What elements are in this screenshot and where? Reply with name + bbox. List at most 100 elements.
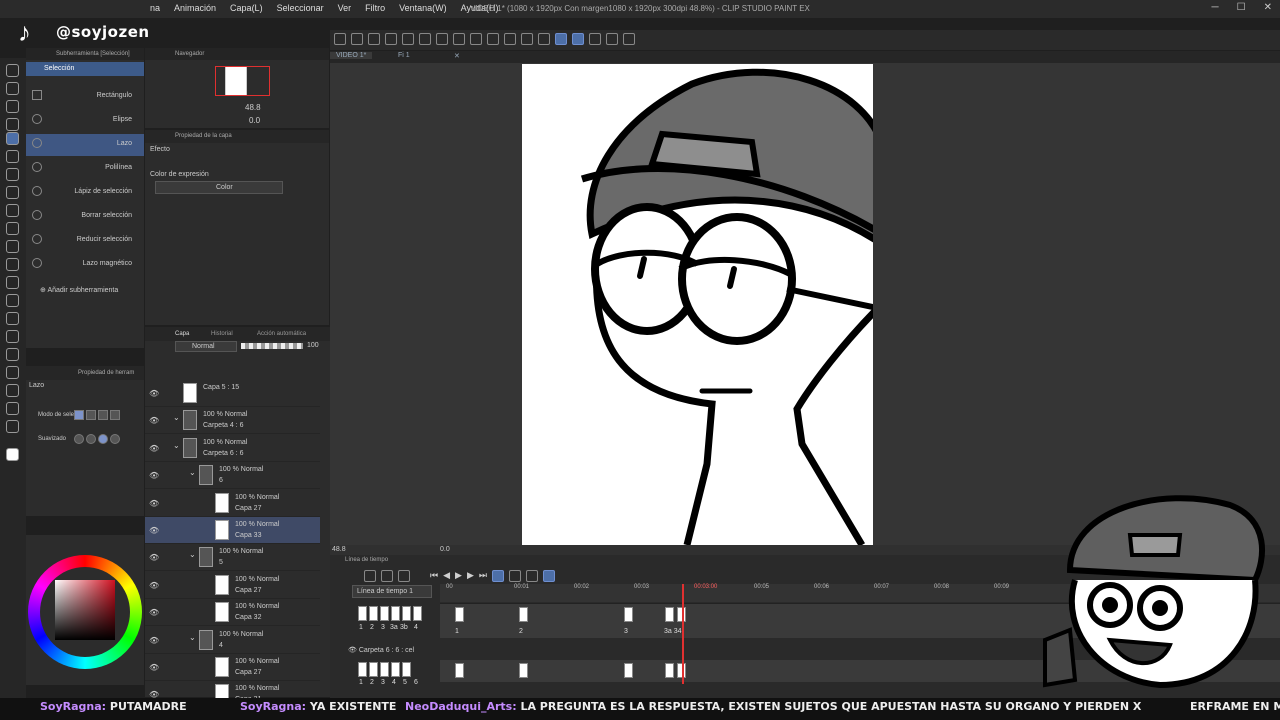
status-zoom[interactable]: 48.8 [332,546,346,553]
cel-thumb[interactable] [380,606,389,621]
tab-close-icon[interactable]: ✕ [448,52,466,60]
cel-frame[interactable] [624,663,633,678]
color-expression-select[interactable]: Color [155,181,283,194]
airbrush-icon[interactable] [6,240,19,253]
play-icon[interactable]: ▶ [455,570,462,582]
text-tool-icon[interactable] [6,384,19,397]
object-tool-icon[interactable] [6,100,19,113]
aa-none-button[interactable] [74,434,84,444]
cel-thumb[interactable] [369,662,378,677]
subtool-borrar-seleccion[interactable]: Borrar selección [26,206,144,228]
blend-mode-select[interactable]: Normal [175,341,237,352]
snap-special-icon[interactable] [572,33,584,45]
lasso-tool-icon[interactable] [6,132,19,145]
eye-icon[interactable]: 👁 [348,647,357,654]
cel-frame[interactable] [455,663,464,678]
menu-item[interactable]: Filtro [365,3,385,13]
tab-fi-1[interactable]: Fi 1 [392,52,416,59]
rotate-tool-icon[interactable] [6,82,19,95]
menu-item[interactable]: Seleccionar [277,3,324,13]
cel-thumb[interactable] [413,606,422,621]
timeline-select[interactable]: Línea de tiempo 1 [352,585,432,598]
subtool-lapiz-seleccion[interactable]: Lápiz de selección [26,182,144,204]
loop-icon[interactable] [491,570,504,582]
fill-icon[interactable] [504,33,516,45]
eye-icon[interactable]: 👁 [149,416,159,425]
folder-toggle-icon[interactable]: ⌄ [189,633,196,642]
menu-item[interactable]: Animación [174,3,216,13]
subtool-reducir-seleccion[interactable]: Reducir selección [26,230,144,252]
subtool-rectangulo[interactable]: Rectángulo [26,86,144,108]
deselect-icon[interactable] [538,33,550,45]
eye-icon[interactable]: 👁 [149,444,159,453]
tab-capa[interactable]: Capa [175,331,189,337]
opacity-value[interactable]: 100 [307,342,319,349]
eye-icon[interactable]: 👁 [149,389,159,398]
add-subtool-button[interactable]: ⊕ Añadir subherramienta [40,286,118,294]
cel-thumb[interactable] [402,662,411,677]
mode-intersect-button[interactable] [110,410,120,420]
cel-frame[interactable] [519,663,528,678]
cel-thumb[interactable] [402,606,411,621]
layer-row[interactable]: 👁 100 % Normal Capa 32 [145,599,320,627]
status-angle[interactable]: 0.0 [440,546,450,553]
opacity-slider[interactable] [241,343,303,349]
snap-ruler-icon[interactable] [555,33,567,45]
cel-frame[interactable] [519,607,528,622]
open-icon[interactable] [368,33,380,45]
zoom-tool-icon[interactable] [6,64,19,77]
tab-historial[interactable]: Historial [211,331,233,337]
tab-accion-automatica[interactable]: Acción automática [257,331,306,337]
maximize-icon[interactable]: ☐ [1237,2,1246,13]
magic-wand-icon[interactable] [6,150,19,163]
cel-thumb[interactable] [380,662,389,677]
subtool-polilinea[interactable]: Polilínea [26,158,144,180]
pencil-tool-icon[interactable] [6,204,19,217]
undo-icon[interactable] [436,33,448,45]
close-icon[interactable]: ✕ [1264,2,1272,13]
eye-icon[interactable]: 👁 [149,663,159,672]
redo-icon[interactable] [453,33,465,45]
saturation-value-square[interactable] [55,580,115,640]
folder-toggle-icon[interactable]: ⌄ [189,550,196,559]
cel-thumb[interactable] [391,662,400,677]
cel-frame[interactable] [665,607,674,622]
subtool-lazo[interactable]: Lazo [26,134,144,156]
balloon-tool-icon[interactable] [6,402,19,415]
assign-cel-icon[interactable] [525,570,538,582]
layer-folder-row[interactable]: 👁 ⌄ 100 % Normal 4 [145,627,320,654]
ruler-tool-icon[interactable] [6,366,19,379]
menu-item[interactable]: Ver [338,3,352,13]
aa-medium-button[interactable] [98,434,108,444]
drawing-canvas[interactable] [522,64,873,545]
paste-icon[interactable] [419,33,431,45]
menu-item[interactable]: na [150,3,160,13]
aa-strong-button[interactable] [110,434,120,444]
layer-row[interactable]: 👁 100 % Normal Capa 27 [145,654,320,681]
navigator-angle[interactable]: 0.0 [249,116,260,125]
cel-frame[interactable] [455,607,464,622]
main-color-swatch[interactable] [6,448,19,461]
tab-video-1[interactable]: VIDEO 1* [330,52,373,59]
layer-row[interactable]: 👁 100 % Normal Capa 33 [145,517,320,544]
timeline-playhead[interactable] [682,584,684,684]
new-timeline-icon[interactable] [364,570,376,582]
transform-icon[interactable] [487,33,499,45]
line-correction-icon[interactable] [6,420,19,433]
snap-grid-icon[interactable] [589,33,601,45]
device-icon[interactable] [606,33,618,45]
brush-tool-icon[interactable] [6,222,19,235]
layer-row[interactable]: 👁 100 % Normal Capa 27 [145,490,320,517]
pen-tool-icon[interactable] [6,186,19,199]
minimize-icon[interactable]: ─ [1212,2,1219,13]
first-frame-icon[interactable]: ⏮ [430,570,438,582]
eye-icon[interactable]: 👁 [149,553,159,562]
loading-icon[interactable] [470,33,482,45]
fill-tool-icon[interactable] [6,294,19,307]
shape-tool-icon[interactable] [6,330,19,343]
settings-icon[interactable] [623,33,635,45]
move-tool-icon[interactable] [6,118,19,131]
eraser-icon[interactable] [6,258,19,271]
copy-icon[interactable] [402,33,414,45]
eye-icon[interactable]: 👁 [149,499,159,508]
